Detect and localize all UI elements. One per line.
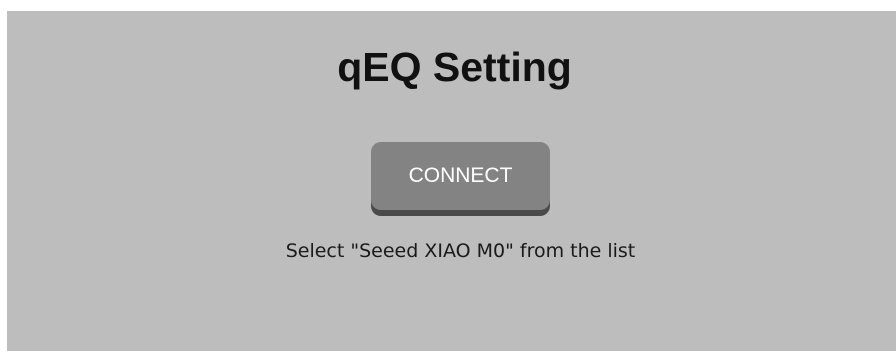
- page-title: qEQ Setting: [337, 44, 572, 90]
- connect-instruction-text: Select "Seeed XIAO M0" from the list: [285, 240, 636, 262]
- connect-button[interactable]: CONNECT: [371, 142, 550, 210]
